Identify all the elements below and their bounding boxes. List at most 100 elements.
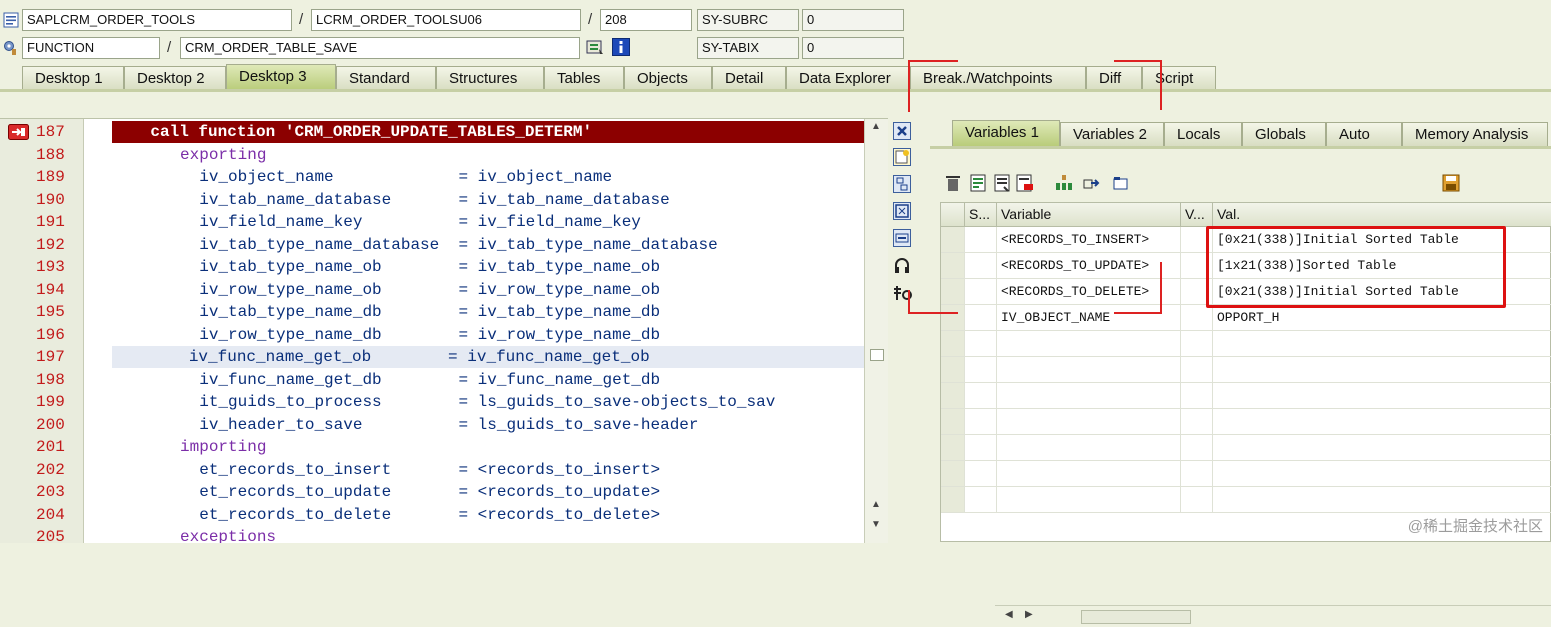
grid-header-v[interactable]: V... <box>1181 203 1213 227</box>
tab-detail[interactable]: Detail <box>712 66 786 90</box>
tab-locals[interactable]: Locals <box>1164 122 1242 146</box>
detail-view-icon[interactable] <box>994 174 1012 192</box>
scroll-left-arrow-icon[interactable]: ◀ <box>1005 609 1013 620</box>
row-selector[interactable] <box>941 253 965 279</box>
tab-variables-1[interactable]: Variables 1 <box>952 120 1060 146</box>
tab-data-explorer[interactable]: Data Explorer <box>786 66 910 90</box>
code-line[interactable]: et_records_to_insert = <records_to_inser… <box>84 459 864 481</box>
grid-header-variable[interactable]: Variable <box>997 203 1181 227</box>
tab-diff[interactable]: Diff <box>1086 66 1142 90</box>
include-field[interactable]: LCRM_ORDER_TOOLSU06 <box>311 9 581 31</box>
code-area[interactable]: call function 'CRM_ORDER_UPDATE_TABLES_D… <box>84 119 864 543</box>
info-icon[interactable] <box>612 38 630 56</box>
scroll-thumb[interactable] <box>1081 610 1191 624</box>
event-type-field[interactable]: FUNCTION <box>22 37 160 59</box>
swap-icon[interactable] <box>893 175 911 193</box>
event-field[interactable]: CRM_ORDER_TABLE_SAVE <box>180 37 580 59</box>
tab-desktop-3[interactable]: Desktop 3 <box>226 64 336 90</box>
close-icon[interactable] <box>893 122 911 140</box>
line-field[interactable]: 208 <box>600 9 692 31</box>
tab-auto[interactable]: Auto <box>1326 122 1402 146</box>
row-selector[interactable] <box>941 409 965 435</box>
folder-icon[interactable] <box>1112 174 1130 192</box>
grid-header-select <box>941 203 965 227</box>
row-selector[interactable] <box>941 305 965 331</box>
scroll-down-arrow-icon[interactable]: ▼ <box>871 519 881 530</box>
annotation-line <box>1160 60 1162 110</box>
code-line[interactable]: iv_row_type_name_db = iv_row_type_name_d… <box>84 324 864 346</box>
new-document-icon[interactable] <box>893 148 911 166</box>
grid-header-val[interactable]: Val. <box>1213 203 1551 227</box>
scroll-right-arrow-icon[interactable]: ▶ <box>1025 609 1033 620</box>
maximize-icon[interactable] <box>893 202 911 220</box>
cell-variable <box>997 357 1181 383</box>
table-row[interactable] <box>941 461 1551 487</box>
tab-standard[interactable]: Standard <box>336 66 436 90</box>
code-line[interactable]: iv_tab_type_name_database = iv_tab_type_… <box>84 234 864 256</box>
cell-val <box>1213 357 1551 383</box>
tab-structures[interactable]: Structures <box>436 66 544 90</box>
grid-header-s[interactable]: S... <box>965 203 997 227</box>
cell-s <box>965 435 997 461</box>
code-line[interactable]: call function 'CRM_ORDER_UPDATE_TABLES_D… <box>112 121 864 143</box>
program-field[interactable]: SAPLCRM_ORDER_TOOLS <box>22 9 292 31</box>
code-line[interactable]: et_records_to_delete = <records_to_delet… <box>84 504 864 526</box>
tab-objects[interactable]: Objects <box>624 66 712 90</box>
code-line[interactable]: et_records_to_update = <records_to_updat… <box>84 481 864 503</box>
table-row[interactable] <box>941 435 1551 461</box>
scroll-thumb[interactable] <box>870 349 884 361</box>
row-selector[interactable] <box>941 461 965 487</box>
row-selector[interactable] <box>941 279 965 305</box>
cell-s <box>965 409 997 435</box>
code-line[interactable]: iv_tab_type_name_ob = iv_tab_type_name_o… <box>84 256 864 278</box>
table-row[interactable] <box>941 357 1551 383</box>
code-line[interactable]: it_guids_to_process = ls_guids_to_save-o… <box>84 391 864 413</box>
scroll-up-arrow-icon[interactable]: ▲ <box>871 121 881 132</box>
tab-memory-analysis[interactable]: Memory Analysis <box>1402 122 1548 146</box>
row-selector[interactable] <box>941 435 965 461</box>
save-icon[interactable] <box>1442 174 1460 192</box>
table-row[interactable] <box>941 487 1551 513</box>
code-line[interactable]: iv_func_name_get_db = iv_func_name_get_d… <box>84 369 864 391</box>
code-line[interactable]: iv_func_name_get_ob = iv_func_name_get_o… <box>112 346 864 368</box>
tab-desktop-2[interactable]: Desktop 2 <box>124 66 226 90</box>
row-selector[interactable] <box>941 383 965 409</box>
tab-desktop-1[interactable]: Desktop 1 <box>22 66 124 90</box>
tab-tables[interactable]: Tables <box>544 66 624 90</box>
code-line[interactable]: iv_object_name = iv_object_name <box>84 166 864 188</box>
row-selector[interactable] <box>941 331 965 357</box>
row-selector[interactable] <box>941 487 965 513</box>
code-line[interactable]: importing <box>84 436 864 458</box>
tab-variables-2[interactable]: Variables 2 <box>1060 122 1164 146</box>
expand-width-icon[interactable] <box>893 229 911 247</box>
code-line[interactable]: exceptions <box>84 526 864 543</box>
tab-break-watchpoints[interactable]: Break./Watchpoints <box>910 66 1086 90</box>
navigate-icon[interactable] <box>1082 174 1100 192</box>
tab-script[interactable]: Script <box>1142 66 1216 90</box>
source-code-editor[interactable]: call function 'CRM_ORDER_UPDATE_TABLES_D… <box>0 118 888 546</box>
table-row[interactable] <box>941 409 1551 435</box>
grid-horizontal-scrollbar[interactable]: ◀ ▶ <box>995 605 1551 627</box>
code-line[interactable]: iv_tab_type_name_db = iv_tab_type_name_d… <box>84 301 864 323</box>
table-row[interactable] <box>941 383 1551 409</box>
hierarchy-icon[interactable] <box>1054 174 1072 192</box>
delete-row-icon[interactable] <box>1016 174 1034 192</box>
code-line[interactable]: iv_header_to_save = ls_guids_to_save-hea… <box>84 414 864 436</box>
row-selector[interactable] <box>941 227 965 253</box>
headset-icon[interactable] <box>893 257 911 275</box>
breakpoint-icon[interactable] <box>586 40 603 56</box>
tab-globals[interactable]: Globals <box>1242 122 1326 146</box>
table-row[interactable]: IV_OBJECT_NAME OPPORT_H <box>941 305 1551 331</box>
breakpoint-settings-icon[interactable] <box>893 284 913 302</box>
editor-vertical-scrollbar[interactable]: ▲ ▲ ▼ <box>864 119 888 543</box>
table-row[interactable] <box>941 331 1551 357</box>
sysvar-tabix-value: 0 <box>802 37 904 59</box>
detail-view-icon[interactable] <box>970 174 988 192</box>
scroll-up-arrow-icon[interactable]: ▲ <box>871 499 881 510</box>
code-line[interactable]: iv_field_name_key = iv_field_name_key <box>84 211 864 233</box>
row-selector[interactable] <box>941 357 965 383</box>
code-line[interactable]: iv_tab_name_database = iv_tab_name_datab… <box>84 189 864 211</box>
code-line[interactable]: exporting <box>84 144 864 166</box>
delete-icon[interactable] <box>944 174 962 192</box>
code-line[interactable]: iv_row_type_name_ob = iv_row_type_name_o… <box>84 279 864 301</box>
